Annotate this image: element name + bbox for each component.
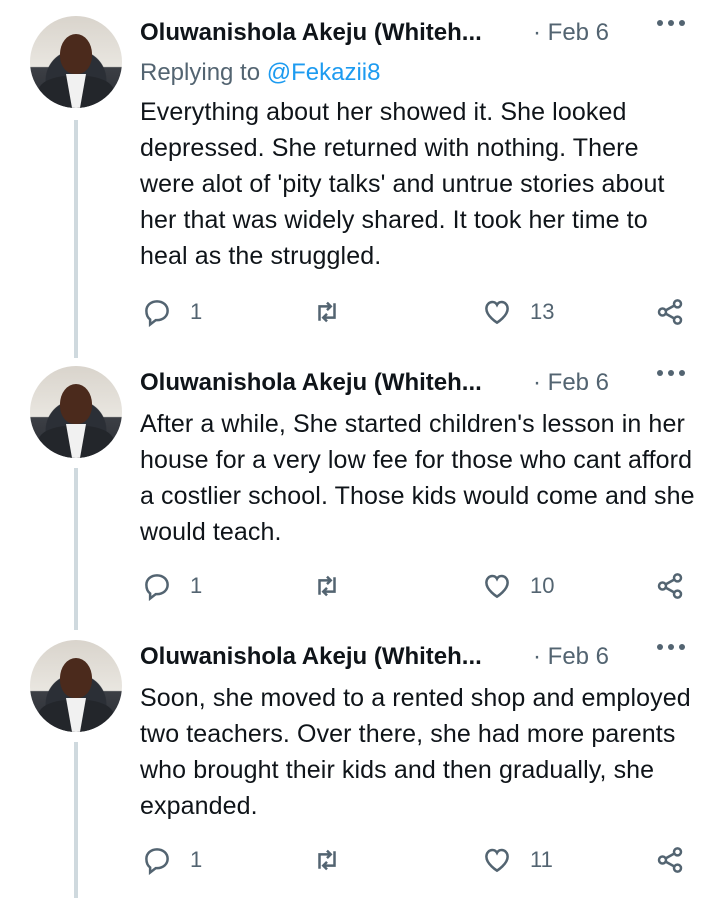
share-icon — [657, 847, 683, 873]
thread-line — [74, 120, 78, 358]
tweet-actions: 1 10 — [140, 566, 700, 606]
retweet-icon — [318, 301, 336, 323]
retweet-icon — [318, 575, 336, 597]
avatar[interactable] — [30, 366, 122, 458]
more-icon[interactable] — [657, 20, 685, 26]
tweet-date[interactable]: · Feb 6 — [533, 366, 609, 400]
reply-button[interactable]: 1 — [142, 566, 202, 606]
tweet-date[interactable]: · Feb 6 — [533, 640, 609, 674]
tweet[interactable]: Oluwanishola Akeju (Whiteh... · Feb 6 Re… — [0, 0, 720, 360]
replying-handle-link[interactable]: @Fekazii8 — [267, 59, 381, 86]
tweet-text: Everything about her showed it. She look… — [140, 98, 665, 270]
tweet-text: After a while, She started children's le… — [140, 410, 695, 546]
share-button[interactable] — [655, 292, 685, 332]
reply-button[interactable]: 1 — [142, 292, 202, 332]
thread-line — [74, 742, 78, 898]
share-icon — [657, 573, 683, 599]
thread-line — [74, 468, 78, 630]
tweet-text: Soon, she moved to a rented shop and emp… — [140, 684, 691, 820]
reply-icon — [145, 848, 169, 875]
like-button[interactable]: 11 — [482, 840, 553, 880]
heart-icon — [485, 300, 509, 325]
like-count: 13 — [530, 299, 555, 324]
retweet-icon — [318, 849, 336, 871]
like-button[interactable]: 13 — [482, 292, 554, 332]
heart-icon — [485, 848, 509, 873]
like-count: 11 — [530, 847, 553, 872]
tweet-header: Oluwanishola Akeju (Whiteh... · Feb 6 — [140, 366, 700, 400]
more-icon[interactable] — [657, 370, 685, 376]
reply-count: 1 — [190, 847, 203, 872]
share-button[interactable] — [655, 840, 685, 880]
avatar[interactable] — [30, 16, 122, 108]
tweet[interactable]: Oluwanishola Akeju (Whiteh... · Feb 6 So… — [0, 624, 720, 898]
reply-count: 1 — [190, 573, 203, 598]
tweet-header: Oluwanishola Akeju (Whiteh... · Feb 6 — [140, 640, 700, 674]
author-name[interactable]: Oluwanishola Akeju (Whiteh... — [140, 640, 482, 674]
replying-to: Replying to @Fekazii8 — [140, 56, 380, 90]
share-button[interactable] — [655, 566, 685, 606]
retweet-button[interactable] — [312, 566, 360, 606]
more-icon[interactable] — [657, 644, 685, 650]
reply-icon — [145, 300, 169, 327]
reply-count: 1 — [190, 299, 203, 324]
retweet-button[interactable] — [312, 292, 360, 332]
replying-label: Replying to — [140, 59, 267, 86]
tweet-actions: 1 11 — [140, 840, 700, 880]
share-icon — [657, 299, 683, 325]
reply-button[interactable]: 1 — [142, 840, 202, 880]
tweet[interactable]: Oluwanishola Akeju (Whiteh... · Feb 6 Af… — [0, 350, 720, 630]
author-name[interactable]: Oluwanishola Akeju (Whiteh... — [140, 16, 482, 50]
tweet-header: Oluwanishola Akeju (Whiteh... · Feb 6 — [140, 16, 700, 50]
heart-icon — [485, 574, 509, 599]
avatar[interactable] — [30, 640, 122, 732]
author-name[interactable]: Oluwanishola Akeju (Whiteh... — [140, 366, 482, 400]
reply-icon — [145, 574, 169, 601]
like-count: 10 — [530, 573, 555, 598]
tweet-actions: 1 13 — [140, 292, 700, 332]
like-button[interactable]: 10 — [482, 566, 554, 606]
retweet-button[interactable] — [312, 840, 360, 880]
tweet-date[interactable]: · Feb 6 — [533, 16, 609, 50]
